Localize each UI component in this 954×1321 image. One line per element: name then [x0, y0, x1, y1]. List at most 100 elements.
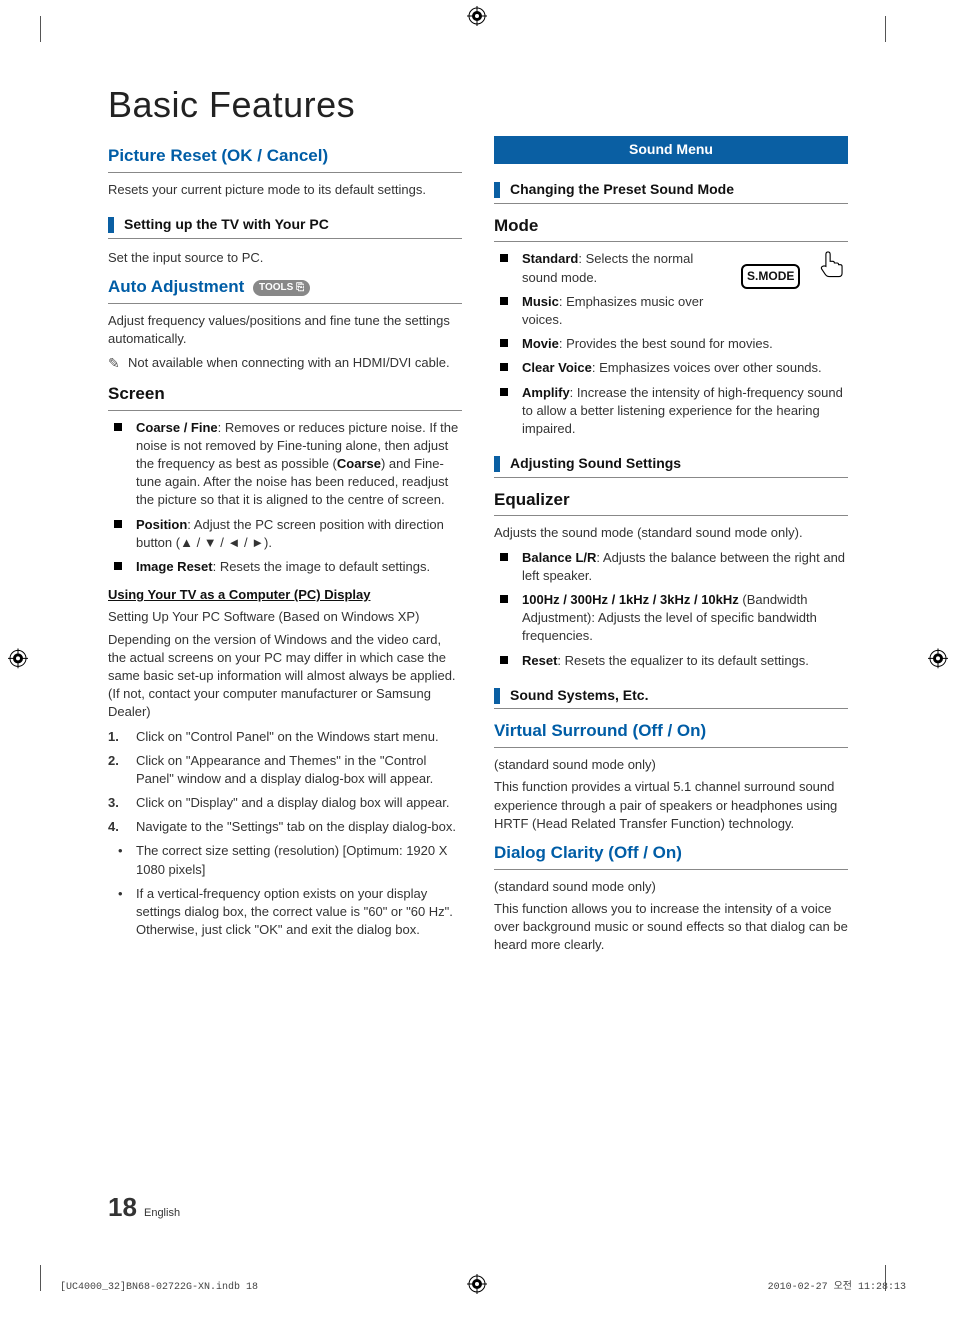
text-vs-sub: (standard sound mode only) [494, 756, 848, 774]
list-item: 2.Click on "Appearance and Themes" in th… [108, 752, 462, 788]
list-item: Music: Emphasizes music over voices. [494, 293, 848, 329]
list-item-bold: Reset [522, 653, 557, 668]
text-vs-desc: This function provides a virtual 5.1 cha… [494, 778, 848, 833]
mode-list: Standard: Selects the normal sound mode.… [494, 250, 848, 438]
list-item-bold: Movie [522, 336, 559, 351]
section-changing-preset-title: Changing the Preset Sound Mode [510, 180, 734, 200]
heading-auto-adjustment-text: Auto Adjustment [108, 277, 244, 296]
list-item: Balance L/R: Adjusts the balance between… [494, 549, 848, 585]
list-item-bold: Image Reset [136, 559, 213, 574]
section-changing-preset: Changing the Preset Sound Mode [494, 180, 848, 204]
step-number: 1. [108, 728, 130, 746]
print-timestamp: 2010-02-27 오전 11:28:13 [768, 1281, 906, 1295]
text-setup-pc-desc: Set the input source to PC. [108, 249, 462, 267]
text-picture-reset-desc: Resets your current picture mode to its … [108, 181, 462, 199]
text-equalizer-desc: Adjusts the sound mode (standard sound m… [494, 524, 848, 542]
heading-virtual-surround: Virtual Surround (Off / On) [494, 719, 848, 743]
section-bar-icon [494, 456, 500, 472]
heading-dialog-clarity: Dialog Clarity (Off / On) [494, 841, 848, 865]
page-number: 18 [108, 1192, 137, 1222]
divider [108, 410, 462, 411]
section-bar-icon [494, 688, 500, 704]
text-pc-setup-1: Setting Up Your PC Software (Based on Wi… [108, 608, 462, 626]
list-item: Standard: Selects the normal sound mode. [494, 250, 848, 286]
section-sound-systems-title: Sound Systems, Etc. [510, 686, 648, 706]
step-number: 4. [108, 818, 130, 836]
list-item: Coarse / Fine: Removes or reduces pictur… [108, 419, 462, 510]
steps-list: 1. Click on "Control Panel" on the Window… [108, 728, 462, 837]
registration-mark-icon [8, 648, 28, 673]
note-row: ✎ Not available when connecting with an … [108, 354, 462, 374]
note-text: Not available when connecting with an HD… [128, 354, 462, 374]
crop-mark [40, 16, 41, 42]
list-item-bold: 100Hz / 300Hz / 1kHz / 3kHz / 10kHz [522, 592, 739, 607]
text-dc-sub: (standard sound mode only) [494, 878, 848, 896]
list-item: Amplify: Increase the intensity of high-… [494, 384, 848, 439]
section-bar-icon [108, 217, 114, 233]
step-text: Click on "Appearance and Themes" in the … [136, 753, 433, 786]
equalizer-list: Balance L/R: Adjusts the balance between… [494, 549, 848, 670]
page-title: Basic Features [108, 80, 848, 130]
page: Basic Features Picture Reset (OK / Cance… [0, 0, 954, 1321]
list-item: If a vertical-frequency option exists on… [108, 885, 462, 940]
crop-mark [885, 16, 886, 42]
tools-badge: TOOLS ⎘ [253, 280, 310, 296]
list-item-text: : Increase the intensity of high-frequen… [522, 385, 843, 436]
list-item: 100Hz / 300Hz / 1kHz / 3kHz / 10kHz (Ban… [494, 591, 848, 646]
list-item-bold: Coarse / Fine [136, 420, 218, 435]
list-item: Position: Adjust the PC screen position … [108, 516, 462, 552]
step-text: Click on "Display" and a display dialog … [136, 795, 449, 810]
list-item-text: : Resets the equalizer to its default se… [557, 653, 808, 668]
heading-auto-adjustment: Auto Adjustment TOOLS ⎘ [108, 275, 462, 299]
divider [494, 869, 848, 870]
screen-list: Coarse / Fine: Removes or reduces pictur… [108, 419, 462, 577]
section-adjusting-sound-title: Adjusting Sound Settings [510, 454, 681, 474]
right-column: Sound Menu Changing the Preset Sound Mod… [494, 136, 848, 958]
heading-mode: Mode [494, 214, 848, 238]
page-footer: 18 English [108, 1189, 180, 1225]
bullet-list: The correct size setting (resolution) [O… [108, 842, 462, 939]
section-setup-pc: Setting up the TV with Your PC [108, 215, 462, 239]
content-area: Basic Features Picture Reset (OK / Cance… [108, 80, 848, 958]
divider [108, 172, 462, 173]
list-item: Clear Voice: Emphasizes voices over othe… [494, 359, 848, 377]
section-bar-icon [494, 182, 500, 198]
list-item: Image Reset: Resets the image to default… [108, 558, 462, 576]
tools-badge-icon: ⎘ [296, 282, 304, 293]
divider [494, 515, 848, 516]
step-text: Click on "Control Panel" on the Windows … [136, 729, 439, 744]
list-item: 3. Click on "Display" and a display dialo… [108, 794, 462, 812]
subheading-pc-display: Using Your TV as a Computer (PC) Display [108, 586, 462, 604]
heading-equalizer: Equalizer [494, 488, 848, 512]
divider [108, 303, 462, 304]
step-number: 3. [108, 794, 130, 812]
list-item-bold: Standard [522, 251, 578, 266]
section-sound-systems: Sound Systems, Etc. [494, 686, 848, 710]
list-item-bold: Clear Voice [522, 360, 592, 375]
list-item-text: : Provides the best sound for movies. [559, 336, 773, 351]
divider [494, 241, 848, 242]
left-column: Picture Reset (OK / Cancel) Resets your … [108, 136, 462, 958]
text-dc-desc: This function allows you to increase the… [494, 900, 848, 955]
list-item-bold: Amplify [522, 385, 570, 400]
text-auto-adj-desc: Adjust frequency values/positions and fi… [108, 312, 462, 348]
text-pc-setup-2: Depending on the version of Windows and … [108, 631, 462, 722]
list-item: 4. Navigate to the "Settings" tab on the … [108, 818, 462, 836]
print-metadata: [UC4000_32]BN68-02722G-XN.indb 18 2010-0… [60, 1281, 906, 1295]
list-item-bold: Position [136, 517, 187, 532]
list-item-bold: Coarse [337, 456, 381, 471]
section-setup-pc-title: Setting up the TV with Your PC [124, 215, 329, 235]
page-language: English [144, 1207, 180, 1219]
section-adjusting-sound: Adjusting Sound Settings [494, 454, 848, 478]
list-item: The correct size setting (resolution) [O… [108, 842, 462, 878]
two-column-layout: Picture Reset (OK / Cancel) Resets your … [108, 136, 848, 958]
tools-badge-text: TOOLS [259, 282, 293, 293]
print-filename: [UC4000_32]BN68-02722G-XN.indb 18 [60, 1281, 258, 1295]
registration-mark-icon [928, 648, 948, 673]
step-text: Navigate to the "Settings" tab on the di… [136, 819, 456, 834]
heading-picture-reset: Picture Reset (OK / Cancel) [108, 144, 462, 168]
list-item-bold: Music [522, 294, 559, 309]
list-item-bold: Balance L/R [522, 550, 596, 565]
list-item: 1. Click on "Control Panel" on the Window… [108, 728, 462, 746]
note-icon: ✎ [108, 354, 128, 374]
